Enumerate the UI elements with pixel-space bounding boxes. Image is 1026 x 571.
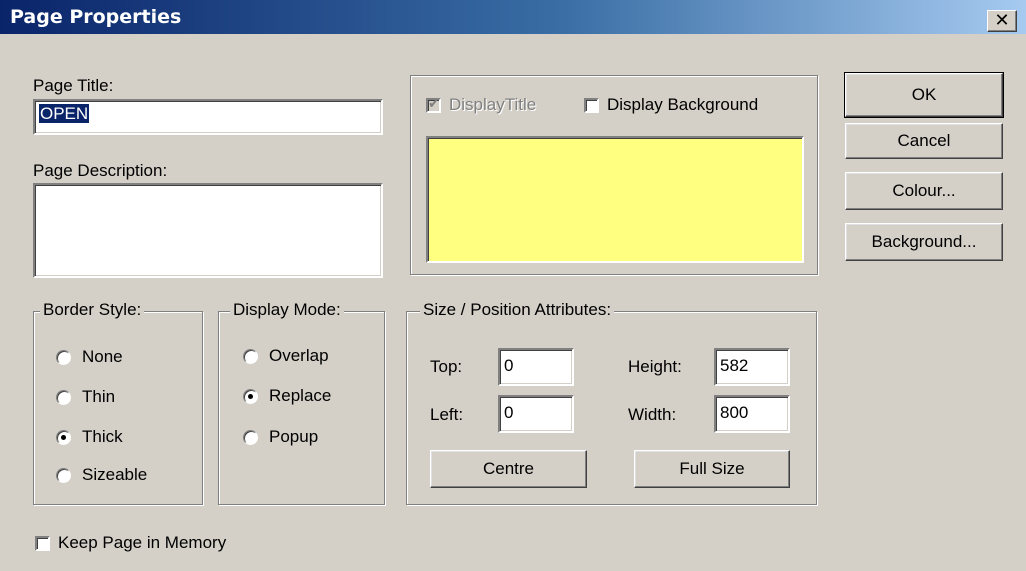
- checkmark-icon: ✔: [428, 95, 440, 112]
- keep-in-memory-label: Keep Page in Memory: [58, 533, 227, 552]
- top-value: 0: [504, 356, 514, 375]
- radio-replace[interactable]: [243, 388, 258, 404]
- cancel-button[interactable]: Cancel: [845, 123, 1003, 159]
- page-title-label: Page Title:: [33, 76, 114, 95]
- display-background-checkbox-row[interactable]: Display Background: [584, 95, 758, 115]
- display-background-label: Display Background: [607, 95, 759, 114]
- border-style-none-option[interactable]: None: [56, 347, 123, 367]
- page-title-input[interactable]: OPEN: [33, 99, 383, 135]
- border-style-label: Border Style:: [40, 300, 145, 320]
- border-style-none-label: None: [82, 347, 123, 366]
- radio-thick[interactable]: [56, 429, 71, 445]
- page-colour-preview: [426, 136, 804, 263]
- centre-button[interactable]: Centre: [430, 450, 587, 488]
- ok-button[interactable]: OK: [844, 72, 1004, 118]
- radio-popup[interactable]: [243, 429, 258, 445]
- title-bar: Page Properties ✕: [0, 0, 1026, 35]
- left-label: Left:: [430, 405, 464, 424]
- close-button[interactable]: ✕: [987, 10, 1017, 32]
- width-label: Width:: [628, 405, 677, 424]
- keep-in-memory-checkbox[interactable]: [35, 535, 50, 551]
- size-position-label: Size / Position Attributes:: [420, 300, 615, 320]
- radio-none[interactable]: [56, 349, 71, 365]
- border-style-thin-label: Thin: [82, 387, 116, 406]
- page-description-input[interactable]: [33, 183, 383, 278]
- display-mode-overlap-label: Overlap: [269, 346, 329, 365]
- left-value: 0: [504, 403, 514, 422]
- width-value: 800: [720, 403, 749, 422]
- top-label: Top:: [430, 357, 463, 376]
- height-input[interactable]: 582: [714, 348, 790, 386]
- radio-thin[interactable]: [56, 389, 71, 405]
- display-mode-label: Display Mode:: [230, 300, 344, 320]
- display-title-checkbox[interactable]: ✔: [426, 95, 441, 113]
- top-input[interactable]: 0: [498, 348, 574, 386]
- height-label: Height:: [628, 357, 682, 376]
- border-style-thin-option[interactable]: Thin: [56, 387, 115, 407]
- radio-overlap[interactable]: [243, 348, 258, 364]
- left-input[interactable]: 0: [498, 395, 574, 433]
- window-title: Page Properties: [10, 6, 182, 28]
- width-input[interactable]: 800: [714, 395, 790, 433]
- page-title-value: OPEN: [39, 104, 90, 123]
- close-icon: ✕: [994, 10, 1010, 31]
- display-title-label: DisplayTitle: [449, 95, 537, 114]
- radio-sizeable[interactable]: [56, 467, 71, 483]
- display-mode-popup-label: Popup: [269, 427, 319, 446]
- page-description-label: Page Description:: [33, 161, 168, 180]
- display-mode-overlap-option[interactable]: Overlap: [243, 346, 329, 366]
- display-mode-popup-option[interactable]: Popup: [243, 427, 318, 447]
- border-style-thick-label: Thick: [82, 427, 123, 446]
- display-background-checkbox[interactable]: [584, 97, 599, 113]
- height-value: 582: [720, 356, 749, 375]
- border-style-sizeable-label: Sizeable: [82, 465, 148, 484]
- background-button[interactable]: Background...: [845, 223, 1003, 261]
- keep-in-memory-row[interactable]: Keep Page in Memory: [35, 533, 226, 553]
- display-title-checkbox-row[interactable]: ✔ DisplayTitle: [426, 95, 536, 115]
- border-style-sizeable-option[interactable]: Sizeable: [56, 465, 147, 485]
- border-style-thick-option[interactable]: Thick: [56, 427, 123, 447]
- full-size-button[interactable]: Full Size: [634, 450, 790, 488]
- display-mode-replace-label: Replace: [269, 386, 332, 405]
- display-mode-group: [218, 311, 385, 505]
- colour-button[interactable]: Colour...: [845, 172, 1003, 210]
- display-mode-replace-option[interactable]: Replace: [243, 386, 331, 406]
